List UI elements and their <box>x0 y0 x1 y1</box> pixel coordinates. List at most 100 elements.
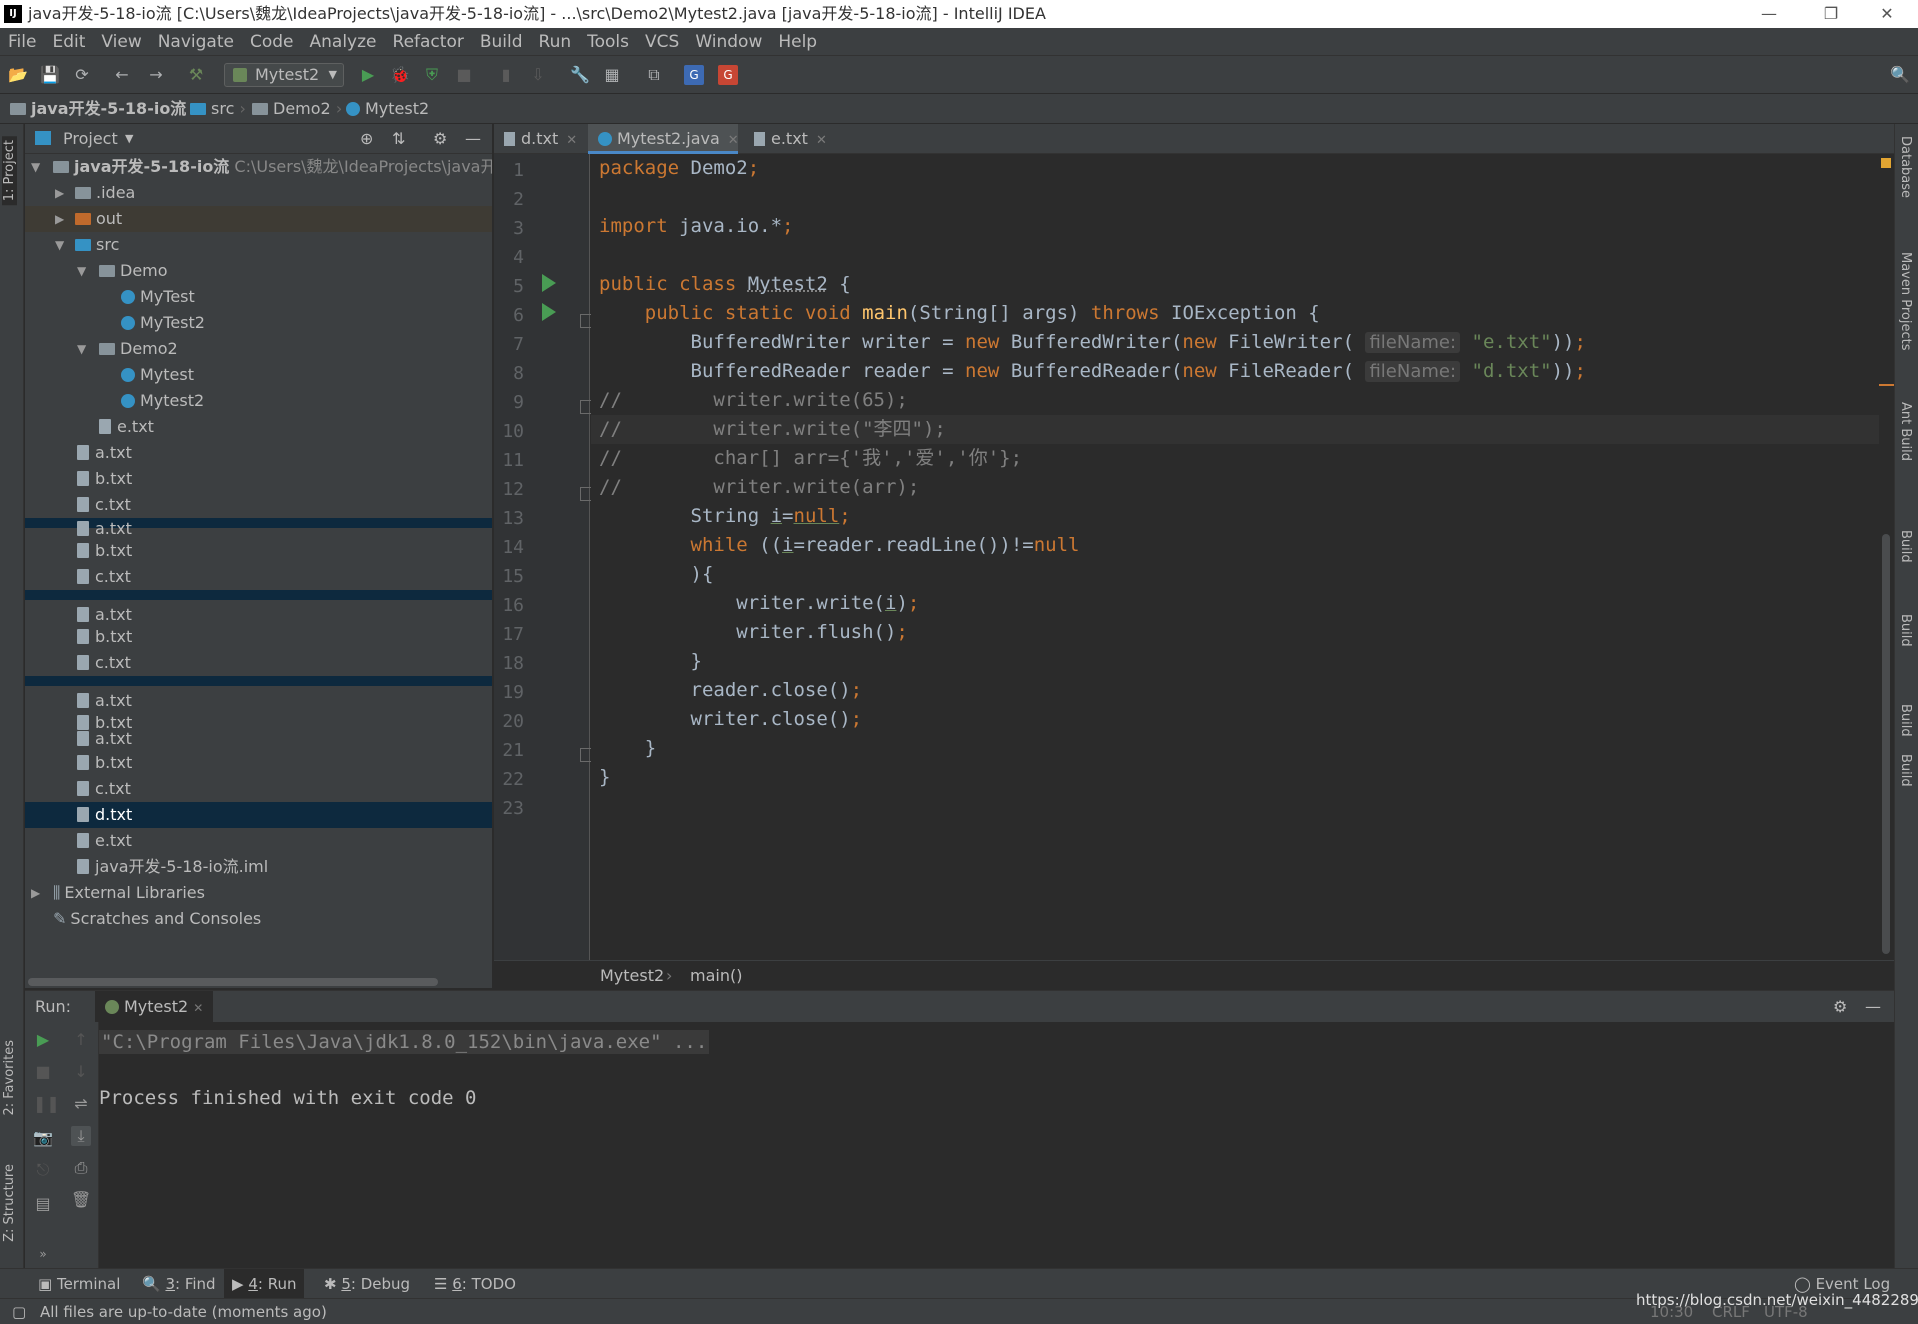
run-console[interactable]: "C:\Program Files\Java\jdk1.8.0_152\bin\… <box>99 1022 1894 1268</box>
debug-tab[interactable]: ✱ 5: Debug <box>316 1269 418 1299</box>
project-structure-icon[interactable]: ▦ <box>602 65 622 85</box>
run-with-coverage-icon[interactable]: ⛨ <box>422 65 442 85</box>
build-hammer-icon[interactable]: ⚒ <box>186 65 206 85</box>
locate-file-icon[interactable]: ⊕ <box>360 124 373 154</box>
tree-item-src[interactable]: ▼ src <box>25 232 492 258</box>
find-tab[interactable]: 🔍 3: Find <box>134 1269 224 1299</box>
gear-icon[interactable]: ⚙ <box>1833 991 1847 1023</box>
tree-item-btxt[interactable]: b.txt <box>25 538 492 564</box>
error-stripe-marker[interactable] <box>1879 384 1894 386</box>
ant-build-tool-tab[interactable]: Ant Build <box>1898 402 1913 461</box>
project-tool-tab[interactable]: 1: Project <box>2 136 17 206</box>
tree-item-mytest[interactable]: Mytest <box>25 362 492 388</box>
breadcrumb-package[interactable]: Demo2 › <box>252 94 342 124</box>
collapse-all-icon[interactable]: ⇅ <box>392 124 405 154</box>
scroll-to-end-icon[interactable]: ⤓ <box>71 1126 91 1146</box>
close-icon[interactable]: ✕ <box>728 133 739 148</box>
code-editor[interactable]: package Demo2; import java.io.*; public … <box>591 154 1879 960</box>
tree-item-atxt[interactable]: a.txt <box>25 692 492 710</box>
hide-panel-icon[interactable]: — <box>1865 991 1881 1023</box>
menu-help[interactable]: Help <box>770 28 825 56</box>
layout-icon[interactable]: ▤ <box>33 1194 53 1214</box>
arrow-up-icon[interactable]: ↑ <box>71 1030 91 1050</box>
tree-item-etxt[interactable]: e.txt <box>25 828 492 854</box>
run-class-gutter-icon[interactable] <box>542 274 556 292</box>
database-tool-tab[interactable]: Database <box>1898 136 1913 198</box>
arrow-down-icon[interactable]: ↓ <box>71 1062 91 1082</box>
open-folder-icon[interactable]: 📂 <box>8 65 28 85</box>
tree-item-atxt[interactable]: a.txt <box>25 440 492 466</box>
debug-icon[interactable]: 🐞 <box>390 65 410 85</box>
breadcrumb-src[interactable]: src › <box>190 94 246 124</box>
translate-plugin-2-icon[interactable]: G <box>718 65 738 85</box>
breadcrumb-project[interactable]: java开发-5-18-io流 › <box>10 94 198 124</box>
menu-tools[interactable]: Tools <box>579 28 637 56</box>
tree-item-btxt[interactable]: b.txt <box>25 750 492 776</box>
tree-item-dtxt[interactable]: d.txt <box>25 802 492 828</box>
menu-refactor[interactable]: Refactor <box>385 28 472 56</box>
editor-scrollbar[interactable] <box>1879 154 1894 960</box>
menu-build[interactable]: Build <box>472 28 531 56</box>
menu-analyze[interactable]: Analyze <box>302 28 385 56</box>
tree-item-ctxt[interactable]: c.txt <box>25 492 492 518</box>
tree-item-ctxt[interactable]: c.txt <box>25 650 492 676</box>
tree-item-atxt[interactable]: a.txt <box>25 606 492 624</box>
tree-item-ctxt[interactable]: c.txt <box>25 564 492 590</box>
run-tab-mytest2[interactable]: Mytest2 ✕ <box>95 991 214 1023</box>
back-icon[interactable]: ← <box>112 65 132 85</box>
more-icon[interactable]: » <box>33 1244 53 1264</box>
tree-item-ctxt[interactable]: c.txt <box>25 776 492 802</box>
stop-icon[interactable]: ■ <box>454 65 474 85</box>
trash-icon[interactable]: 🗑 <box>71 1190 91 1210</box>
hide-panel-icon[interactable]: — <box>465 124 481 154</box>
dump-threads-icon[interactable]: 📷 <box>33 1128 53 1148</box>
tree-item-mytest[interactable]: MyTest <box>25 284 492 310</box>
exit-icon[interactable]: ⎋ <box>33 1160 53 1180</box>
menu-run[interactable]: Run <box>531 28 580 56</box>
tree-item-atxt[interactable]: a.txt <box>25 730 492 748</box>
tree-item-btxt[interactable]: b.txt <box>25 466 492 492</box>
tree-item-external-libraries[interactable]: ▶ ⫼ External Libraries <box>25 880 492 906</box>
build-tool-tab[interactable]: Build <box>1898 614 1913 647</box>
run-tab[interactable]: ▶ 4: Run <box>224 1269 305 1299</box>
settings-wrench-icon[interactable]: 🔧 <box>570 65 590 85</box>
breadcrumb-class[interactable]: Mytest2 <box>346 94 429 124</box>
warning-marker-icon[interactable] <box>1881 158 1891 168</box>
todo-tab[interactable]: ☰ 6: TODO <box>426 1269 524 1299</box>
menu-file[interactable]: File <box>0 28 44 56</box>
breadcrumb-class[interactable]: Mytest2 <box>600 961 664 991</box>
favorites-tool-tab[interactable]: 2: Favorites <box>2 1040 17 1116</box>
close-icon[interactable]: ✕ <box>566 133 577 148</box>
search-everywhere-icon[interactable]: 🔍 <box>1890 65 1910 85</box>
project-horizontal-scrollbar[interactable] <box>28 978 438 986</box>
rerun-icon[interactable]: ▶ <box>33 1030 53 1050</box>
tree-item-atxt[interactable]: a.txt <box>25 520 492 538</box>
menu-navigate[interactable]: Navigate <box>150 28 242 56</box>
tree-item-etxt[interactable]: e.txt <box>25 414 492 440</box>
forward-icon[interactable]: → <box>146 65 166 85</box>
tree-item-btxt[interactable]: b.txt <box>25 624 492 650</box>
terminal-tab[interactable]: ▣ Terminal <box>30 1269 128 1299</box>
build-tool-tab[interactable]: Build <box>1898 754 1913 787</box>
project-view-selector[interactable]: Project <box>63 124 118 154</box>
synchronize-icon[interactable]: ⟳ <box>72 65 92 85</box>
breadcrumb-method[interactable]: main() <box>690 961 742 991</box>
tree-item-idea[interactable]: ▶ .idea <box>25 180 492 206</box>
menu-edit[interactable]: Edit <box>44 28 93 56</box>
tree-item-mytest2[interactable]: MyTest2 <box>25 310 492 336</box>
menu-window[interactable]: Window <box>687 28 770 56</box>
run-icon[interactable]: ▶ <box>358 65 378 85</box>
maven-projects-tool-tab[interactable]: Maven Projects <box>1898 252 1913 351</box>
vcs-update-icon[interactable]: ▮ <box>496 65 516 85</box>
minimize-button[interactable]: — <box>1746 0 1792 28</box>
tab-d-txt[interactable]: d.txt ✕ <box>494 124 586 154</box>
restore-button[interactable]: ❐ <box>1808 0 1854 28</box>
close-icon[interactable]: ✕ <box>816 133 827 148</box>
stop-icon[interactable]: ■ <box>33 1062 53 1082</box>
build-tool-tab[interactable]: Build <box>1898 704 1913 737</box>
close-icon[interactable]: ✕ <box>193 1001 203 1015</box>
build-tool-tab[interactable]: Build <box>1898 530 1913 563</box>
run-configuration-selector[interactable]: Mytest2 ▼ <box>224 63 344 87</box>
menu-view[interactable]: View <box>93 28 149 56</box>
tree-item-demo[interactable]: ▼ Demo <box>25 258 492 284</box>
